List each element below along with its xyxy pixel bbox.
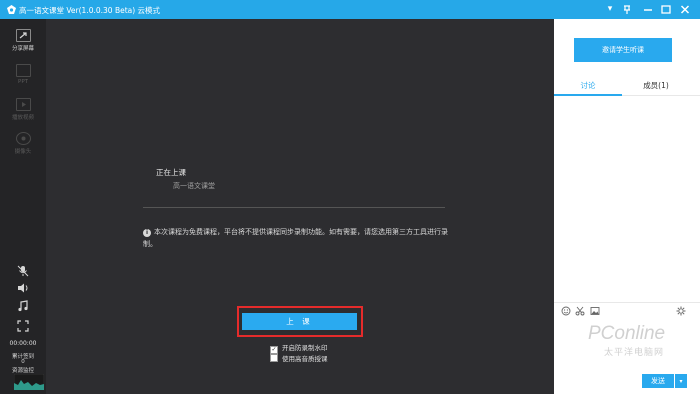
right-panel: 邀请学生听课 讨论 成员(1) PConline 太平洋电脑网 发送 ▾ xyxy=(554,19,700,394)
divider xyxy=(143,207,445,208)
tab-members[interactable]: 成员(1) xyxy=(622,80,690,91)
session-clock: 00:00:00 xyxy=(9,340,37,347)
emoji-icon[interactable] xyxy=(561,306,571,316)
high-quality-audio-checkbox[interactable] xyxy=(270,354,278,362)
camera-button[interactable]: 摄像头 xyxy=(0,132,46,155)
share-screen-button[interactable]: 分享屏幕 xyxy=(0,29,46,52)
class-name: 高一语文课堂 xyxy=(173,182,215,190)
maximize-icon[interactable] xyxy=(659,2,673,17)
resource-monitor-graph xyxy=(14,374,44,390)
recording-notice: i 本次课程为免费课程，平台将不提供课程同步录制功能。如有需要，请您选用第三方工具… xyxy=(143,226,448,250)
send-options-dropdown[interactable]: ▾ xyxy=(675,374,687,388)
active-tab-indicator xyxy=(554,94,622,96)
checkin-count: 0 xyxy=(21,359,25,365)
ppt-button[interactable]: PPT xyxy=(0,64,46,85)
music-icon[interactable] xyxy=(16,300,30,312)
play-video-icon xyxy=(15,98,31,111)
title-bar: 高一语文课堂 Ver(1.0.0.30 Beta) 云模式 ▾ xyxy=(0,0,700,19)
class-status-title: 正在上课 xyxy=(156,168,186,177)
left-sidebar: 分享屏幕 PPT 播放视频 摄像头 00:00:00 累计签到 0 资源监控 xyxy=(0,19,46,394)
high-quality-audio-label: 使用高音质授课 xyxy=(282,355,328,363)
play-video-button[interactable]: 播放视频 xyxy=(0,98,46,121)
watermark-option-label: 开启防录制水印 xyxy=(282,344,328,352)
speaker-icon[interactable] xyxy=(16,282,30,294)
minimize-icon[interactable] xyxy=(641,2,655,17)
app-logo-icon xyxy=(7,5,16,14)
window-title: 高一语文课堂 Ver(1.0.0.30 Beta) 云模式 xyxy=(19,6,161,15)
fullscreen-icon[interactable] xyxy=(16,320,30,332)
send-button[interactable]: 发送 xyxy=(642,374,674,388)
settings-gear-icon[interactable] xyxy=(676,306,686,316)
start-class-button[interactable]: 上 课 xyxy=(242,313,357,330)
chat-toolbar-divider xyxy=(554,302,700,303)
watermark-text: PConline xyxy=(588,323,666,344)
menu-dropdown-icon[interactable]: ▾ xyxy=(603,2,617,17)
microphone-muted-icon[interactable] xyxy=(16,265,30,277)
camera-label: 摄像头 xyxy=(14,149,32,155)
invite-students-button[interactable]: 邀请学生听课 xyxy=(574,38,672,62)
resource-monitor-label[interactable]: 资源监控 xyxy=(0,366,46,374)
watermark-subtext: 太平洋电脑网 xyxy=(604,348,665,358)
share-screen-icon xyxy=(15,29,31,42)
share-screen-label: 分享屏幕 xyxy=(11,46,34,52)
scissors-icon[interactable] xyxy=(575,306,585,316)
play-video-label: 播放视频 xyxy=(11,115,34,121)
tab-discussion[interactable]: 讨论 xyxy=(554,80,622,91)
notice-text: 本次课程为免费课程，平台将不提供课程同步录制功能。如有需要，请您选用第三方工具进… xyxy=(143,228,448,248)
close-icon[interactable] xyxy=(678,2,692,17)
image-icon[interactable] xyxy=(590,306,600,316)
ppt-icon xyxy=(15,64,31,77)
pin-icon[interactable] xyxy=(620,2,634,17)
camera-icon xyxy=(15,132,31,145)
main-stage: 正在上课 高一语文课堂 i 本次课程为免费课程，平台将不提供课程同步录制功能。如有… xyxy=(46,19,554,394)
info-icon: i xyxy=(143,229,151,237)
high-quality-audio-option[interactable]: 使用高音质授课 xyxy=(270,353,328,363)
ppt-label: PPT xyxy=(18,79,28,85)
